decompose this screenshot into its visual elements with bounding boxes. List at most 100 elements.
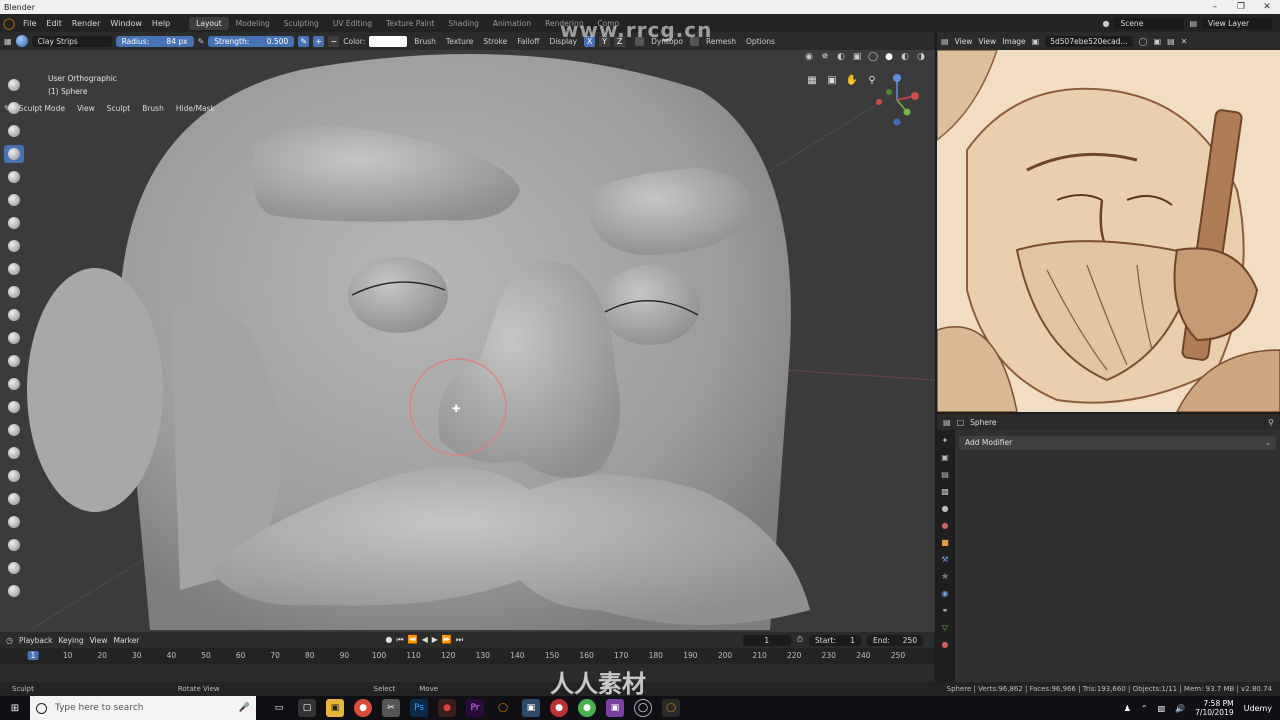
- blender-taskbar-icon[interactable]: ◯: [494, 699, 512, 717]
- jump-end-icon[interactable]: ⏭: [456, 635, 463, 645]
- flatten-brush-icon[interactable]: [4, 283, 24, 301]
- view-object-types-icon[interactable]: ◉: [803, 52, 815, 64]
- thumb-brush-icon[interactable]: [4, 421, 24, 439]
- 3d-viewport[interactable]: ✚ ✎ Sculpt Mode View Sculpt Brush Hide/M…: [0, 50, 935, 632]
- clay-strips-brush-icon[interactable]: [4, 145, 24, 163]
- workspace-tab-texture-paint[interactable]: Texture Paint: [379, 17, 441, 30]
- playback-menu[interactable]: Playback: [19, 636, 52, 645]
- crease-brush-icon[interactable]: [4, 237, 24, 255]
- viewport-view-menu[interactable]: View: [73, 104, 99, 113]
- world-tab-icon[interactable]: ●: [940, 521, 950, 531]
- taskbar-search-box[interactable]: Type here to search 🎤: [30, 696, 256, 720]
- timeline-view-menu[interactable]: View: [90, 636, 108, 645]
- direction-subtract-icon[interactable]: −: [328, 35, 340, 47]
- close-icon[interactable]: ✕: [1254, 2, 1280, 12]
- menu-window[interactable]: Window: [105, 19, 147, 28]
- toggle-camera-view-icon[interactable]: ▦: [805, 75, 819, 89]
- start-frame-field[interactable]: Start: 1: [809, 634, 861, 646]
- snipping-tool-icon[interactable]: ✂: [382, 699, 400, 717]
- grab-brush-icon[interactable]: [4, 375, 24, 393]
- play-icon[interactable]: ▶: [432, 635, 438, 645]
- clay-brush-icon[interactable]: [4, 122, 24, 140]
- marker-menu[interactable]: Marker: [113, 636, 139, 645]
- gizmo-toggle-icon[interactable]: ✵: [819, 52, 831, 64]
- falloff-menu[interactable]: Falloff: [514, 37, 542, 46]
- box-mask-icon[interactable]: [4, 536, 24, 554]
- jump-keyframe-back-icon[interactable]: ⏪: [408, 635, 418, 645]
- keying-menu[interactable]: Keying: [58, 636, 83, 645]
- restore-icon[interactable]: ❐: [1228, 2, 1254, 12]
- properties-editor-type-icon[interactable]: ▤: [943, 418, 951, 427]
- reference-image-view[interactable]: [937, 50, 1280, 412]
- image-new-icon[interactable]: ▣: [1154, 37, 1162, 46]
- brush-color-swatch[interactable]: [369, 35, 408, 47]
- pin-icon[interactable]: ⚲: [1268, 418, 1274, 427]
- material-tab-icon[interactable]: ●: [940, 640, 950, 650]
- shading-rendered-icon[interactable]: ◑: [915, 52, 927, 64]
- app-generic-icon-4[interactable]: ◯: [634, 699, 652, 717]
- draw-brush-icon[interactable]: [4, 76, 24, 94]
- mask-brush-icon[interactable]: [4, 513, 24, 531]
- workspace-tab-modeling[interactable]: Modeling: [229, 17, 277, 30]
- blender-taskbar-icon-2[interactable]: ◯: [662, 699, 680, 717]
- radius-pressure-icon[interactable]: ✎: [198, 37, 205, 46]
- file-explorer-icon[interactable]: ▣: [326, 699, 344, 717]
- app-record-icon[interactable]: ●: [438, 699, 456, 717]
- particles-tab-icon[interactable]: ✯: [940, 572, 950, 582]
- taskbar-clock[interactable]: 7:58 PM 7/10/2019: [1195, 699, 1233, 717]
- shading-wireframe-icon[interactable]: ◯: [867, 52, 879, 64]
- image-open-icon[interactable]: ▤: [1167, 37, 1175, 46]
- modifier-tab-icon[interactable]: ⚒: [940, 555, 950, 565]
- pan-hand-icon[interactable]: ✋: [845, 75, 859, 89]
- texture-menu[interactable]: Texture: [443, 37, 476, 46]
- timeline-ruler[interactable]: 1 10 20 30 40 50 60 70 80 90 100 110 120 130 140 150 160…: [0, 648, 935, 664]
- workspace-tab-shading[interactable]: Shading: [441, 17, 485, 30]
- view-layer-tab-icon[interactable]: ▩: [940, 487, 950, 497]
- object-tab-icon[interactable]: ■: [940, 538, 950, 548]
- play-reverse-icon[interactable]: ◀: [422, 635, 428, 645]
- stroke-menu[interactable]: Stroke: [480, 37, 510, 46]
- menu-help[interactable]: Help: [147, 19, 175, 28]
- image-unlink-icon[interactable]: ✕: [1181, 37, 1188, 46]
- minimize-icon[interactable]: –: [1202, 2, 1228, 12]
- data-tab-icon[interactable]: ▽: [940, 623, 950, 633]
- workspace-tab-sculpting[interactable]: Sculpting: [277, 17, 326, 30]
- box-hide-icon[interactable]: [4, 559, 24, 577]
- app-generic-icon-1[interactable]: ▣: [522, 699, 540, 717]
- editor-type-icon[interactable]: ▦: [4, 37, 12, 46]
- render-tab-icon[interactable]: ▣: [940, 453, 950, 463]
- pinch-brush-icon[interactable]: [4, 352, 24, 370]
- workspace-tab-uv-editing[interactable]: UV Editing: [326, 17, 379, 30]
- premiere-icon[interactable]: Pr: [466, 699, 484, 717]
- tray-chevron-icon[interactable]: ⌃: [1141, 704, 1148, 713]
- windows-start-icon[interactable]: ⊞: [0, 696, 30, 720]
- nudge-brush-icon[interactable]: [4, 444, 24, 462]
- image-editor-type-icon[interactable]: ▤: [941, 37, 949, 46]
- people-icon[interactable]: ♟: [1124, 704, 1131, 713]
- annotate-icon[interactable]: [4, 582, 24, 600]
- image-name-field[interactable]: 5d507ebe520ecad...: [1045, 35, 1133, 47]
- sculpt-menu[interactable]: Sculpt: [103, 104, 134, 113]
- current-frame-field[interactable]: 1: [742, 634, 791, 646]
- brush-menu-header[interactable]: Brush: [138, 104, 168, 113]
- blender-logo-icon[interactable]: ◯: [0, 14, 18, 32]
- shading-material-icon[interactable]: ◐: [899, 52, 911, 64]
- strength-pressure-icon[interactable]: ✎: [298, 35, 310, 47]
- timeline-editor-type-icon[interactable]: ◷: [6, 636, 13, 645]
- scene-tab-icon[interactable]: ●: [940, 504, 950, 514]
- direction-add-icon[interactable]: +: [313, 35, 325, 47]
- smooth-brush-icon[interactable]: [4, 260, 24, 278]
- radius-field[interactable]: Radius: 84 px: [115, 35, 194, 47]
- fill-brush-icon[interactable]: [4, 306, 24, 324]
- menu-file[interactable]: File: [18, 19, 41, 28]
- image-fake-user-icon[interactable]: ◯: [1139, 37, 1148, 46]
- add-modifier-dropdown[interactable]: Add Modifier ⌄: [959, 436, 1276, 450]
- scrape-brush-icon[interactable]: [4, 329, 24, 347]
- snake-hook-brush-icon[interactable]: [4, 398, 24, 416]
- image-menu[interactable]: Image: [1002, 37, 1026, 46]
- options-menu[interactable]: Options: [743, 37, 778, 46]
- simplify-brush-icon[interactable]: [4, 490, 24, 508]
- scene-selector[interactable]: Scene: [1114, 17, 1185, 29]
- desktop-icon[interactable]: ▢: [298, 699, 316, 717]
- brush-preview-icon[interactable]: [15, 35, 28, 47]
